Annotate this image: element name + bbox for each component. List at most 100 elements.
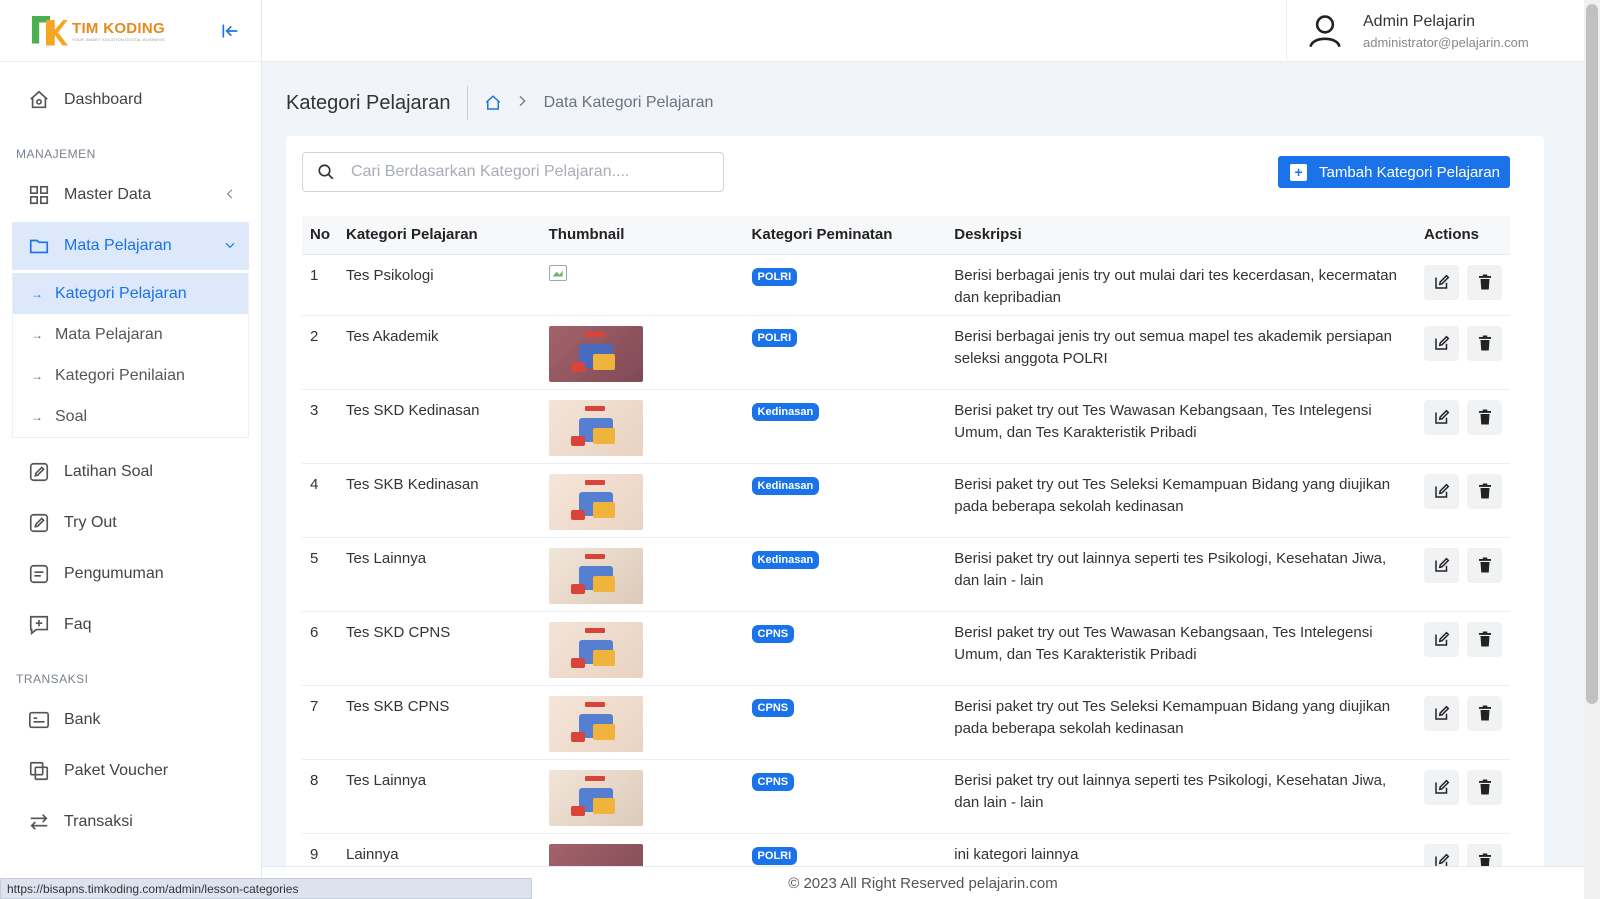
column-header-deskripsi[interactable]: Deskripsi (946, 216, 1416, 255)
sidebar-item-label: Transaksi (64, 813, 133, 830)
cell-deskripsi: Berisi paket try out Tes Seleksi Kemampu… (946, 463, 1416, 538)
status-url: https://bisapns.timkoding.com/admin/less… (0, 878, 532, 899)
cell-thumbnail (540, 759, 744, 834)
sidebar-item-bank[interactable]: Bank (0, 696, 249, 744)
arrow-right-icon: → (31, 286, 43, 301)
edit-button[interactable] (1424, 547, 1459, 583)
search-icon (317, 163, 335, 181)
column-header-peminatan[interactable]: Kategori Peminatan (743, 216, 947, 255)
sidebar-item-mata-pelajaran[interactable]: Mata Pelajaran (12, 222, 249, 270)
delete-button[interactable] (1467, 473, 1502, 509)
peminatan-badge: POLRI (751, 328, 798, 347)
cell-no: 8 (302, 759, 338, 834)
cell-peminatan: POLRI (743, 315, 947, 390)
submenu-item-mata-pelajaran[interactable]: → Mata Pelajaran (13, 314, 248, 355)
column-header-thumbnail[interactable]: Thumbnail (540, 216, 744, 255)
delete-button[interactable] (1467, 695, 1502, 731)
submenu-item-label: Kategori Penilaian (55, 366, 185, 384)
home-icon[interactable] (484, 94, 502, 112)
cell-actions (1416, 463, 1510, 538)
edit-button[interactable] (1424, 473, 1459, 509)
page-title: Kategori Pelajaran (286, 86, 468, 120)
sidebar-item-label: Paket Voucher (64, 762, 169, 779)
cell-thumbnail (540, 537, 744, 612)
thumbnail-image (548, 547, 643, 604)
cell-kategori: Tes SKD Kedinasan (338, 389, 541, 464)
chevron-left-icon (223, 187, 237, 204)
column-header-kategori[interactable]: Kategori Pelajaran (338, 216, 541, 255)
sidebar-item-pengumuman[interactable]: Pengumuman (0, 550, 249, 598)
sidebar-item-transaksi[interactable]: Transaksi (0, 798, 249, 846)
breadcrumb-current: Data Kategori Pelajaran (543, 94, 714, 111)
cell-deskripsi: Berisi berbagai jenis try out semua mape… (946, 315, 1416, 390)
add-category-button[interactable]: + Tambah Kategori Pelajaran (1278, 156, 1510, 188)
thumbnail-image (548, 325, 643, 382)
peminatan-badge: CPNS (751, 772, 795, 791)
column-header-actions: Actions (1416, 216, 1510, 255)
delete-button[interactable] (1467, 547, 1502, 583)
edit-button[interactable] (1424, 695, 1459, 731)
folder-icon (28, 235, 50, 257)
cell-deskripsi: BerisI paket try out Tes Wawasan Kebangs… (946, 611, 1416, 686)
breadcrumb: Data Kategori Pelajaran (468, 93, 714, 114)
submenu-item-label: Kategori Pelajaran (55, 284, 187, 302)
cell-deskripsi: Berisi paket try out lainnya seperti tes… (946, 537, 1416, 612)
user-icon (1309, 14, 1341, 48)
logo[interactable]: TIM KODING YOUR SMART SOLUTION DIGITAL B… (32, 14, 165, 48)
message-icon (28, 563, 50, 585)
cell-peminatan: POLRI (743, 254, 947, 316)
page-scrollbar[interactable] (1584, 0, 1600, 899)
sidebar-item-latihan-soal[interactable]: Latihan Soal (0, 448, 249, 496)
table-row: 4 Tes SKB Kedinasan Kedinasan Berisi pak… (302, 463, 1510, 538)
column-header-no[interactable]: No (302, 216, 338, 255)
chevron-down-icon (223, 238, 237, 255)
delete-button[interactable] (1467, 769, 1502, 805)
sidebar-nav: Dashboard MANAJEMEN Master Data Mata Pel… (0, 62, 261, 846)
edit-button[interactable] (1424, 769, 1459, 805)
logo-tagline: YOUR SMART SOLUTION DIGITAL BUSINESS (72, 36, 165, 42)
cell-kategori: Tes Lainnya (338, 537, 541, 612)
cell-no: 2 (302, 315, 338, 390)
table-row: 5 Tes Lainnya Kedinasan Berisi paket try… (302, 537, 1510, 612)
edit-button[interactable] (1424, 325, 1459, 361)
submenu-item-kategori-pelajaran[interactable]: → Kategori Pelajaran (13, 273, 248, 314)
sidebar-item-paket-voucher[interactable]: Paket Voucher (0, 747, 249, 795)
collapse-sidebar-icon[interactable] (219, 20, 241, 42)
submenu-item-kategori-penilaian[interactable]: → Kategori Penilaian (13, 355, 248, 396)
delete-button[interactable] (1467, 325, 1502, 361)
page-header: Kategori Pelajaran Data Kategori Pelajar… (286, 86, 713, 120)
delete-button[interactable] (1467, 399, 1502, 435)
delete-button[interactable] (1467, 264, 1502, 300)
delete-button[interactable] (1467, 621, 1502, 657)
sidebar-item-master-data[interactable]: Master Data (0, 171, 249, 219)
user-email: administrator@pelajarin.com (1363, 34, 1529, 50)
edit-square-icon (28, 461, 50, 483)
plus-icon: + (1290, 163, 1308, 181)
search-input[interactable] (351, 163, 711, 181)
sidebar-item-dashboard[interactable]: Dashboard (0, 76, 249, 124)
scrollbar-thumb[interactable] (1586, 4, 1598, 704)
user-menu[interactable]: Admin Pelajarin administrator@pelajarin.… (1286, 0, 1584, 62)
sidebar-item-faq[interactable]: Faq (0, 601, 249, 649)
arrow-right-icon: → (31, 327, 43, 342)
thumbnail-image (548, 473, 643, 530)
logo-mark (32, 14, 70, 48)
edit-button[interactable] (1424, 264, 1459, 300)
cell-peminatan: CPNS (743, 611, 947, 686)
peminatan-badge: POLRI (751, 267, 798, 286)
cell-actions (1416, 611, 1510, 686)
edit-button[interactable] (1424, 621, 1459, 657)
cell-no: 7 (302, 685, 338, 760)
table-row: 6 Tes SKD CPNS CPNS BerisI paket try out… (302, 611, 1510, 686)
submenu-item-soal[interactable]: → Soal (13, 396, 248, 437)
arrow-right-icon: → (31, 368, 43, 383)
swap-icon (28, 811, 50, 833)
table-row: 7 Tes SKB CPNS CPNS Berisi paket try out… (302, 685, 1510, 760)
cell-deskripsi: Berisi paket try out Tes Wawasan Kebangs… (946, 389, 1416, 464)
sidebar-item-try-out[interactable]: Try Out (0, 499, 249, 547)
cell-deskripsi: Berisi paket try out Tes Seleksi Kemampu… (946, 685, 1416, 760)
sidebar-item-label: Try Out (64, 514, 117, 531)
edit-button[interactable] (1424, 399, 1459, 435)
thumbnail-image (548, 769, 643, 826)
thumbnail-image (548, 621, 643, 678)
